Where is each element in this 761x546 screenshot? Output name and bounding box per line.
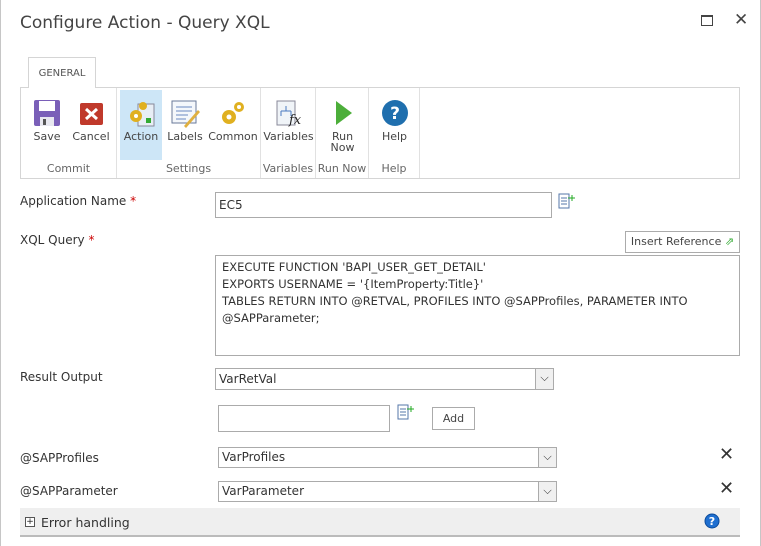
- add-button[interactable]: Add: [432, 407, 475, 430]
- remove-mapping-icon[interactable]: ✕: [719, 478, 734, 499]
- tab-general[interactable]: GENERAL: [28, 57, 96, 88]
- help-icon[interactable]: ?: [704, 513, 720, 529]
- chevron-down-icon: ⌵: [538, 448, 556, 467]
- run-icon: [335, 101, 352, 125]
- error-handling-label: Error handling: [41, 515, 130, 530]
- variables-button[interactable]: fx Variables: [263, 90, 314, 160]
- group-run-now: Run Now Run Now: [316, 88, 369, 178]
- group-variables: fx Variables Variables: [261, 88, 316, 178]
- remove-mapping-icon[interactable]: ✕: [719, 444, 734, 465]
- action-button[interactable]: Action: [120, 90, 162, 160]
- svg-text:fx: fx: [288, 113, 302, 128]
- common-button[interactable]: Common: [208, 90, 258, 160]
- insert-reference-icon[interactable]: [558, 193, 576, 209]
- application-name-input[interactable]: EC5: [215, 192, 552, 218]
- result-output-label: Result Output: [20, 370, 103, 384]
- mapping-label: @SAPParameter: [20, 484, 118, 498]
- group-commit: Save Cancel Commit: [21, 88, 117, 178]
- mapping-select[interactable]: VarParameter ⌵: [218, 481, 557, 502]
- chevron-down-icon: ⌵: [538, 482, 556, 501]
- labels-button[interactable]: Labels: [164, 90, 206, 160]
- application-name-label: Application Name *: [20, 194, 137, 208]
- group-help: ? Help Help: [369, 88, 420, 178]
- cancel-button[interactable]: Cancel: [69, 90, 113, 160]
- run-now-button[interactable]: Run Now: [320, 90, 365, 160]
- new-mapping-input[interactable]: [218, 405, 390, 432]
- maximize-icon[interactable]: [701, 15, 713, 26]
- mapping-select[interactable]: VarProfiles ⌵: [218, 447, 557, 468]
- help-button[interactable]: ? Help: [373, 90, 416, 160]
- xql-query-textarea[interactable]: EXECUTE FUNCTION 'BAPI_USER_GET_DETAIL' …: [215, 255, 740, 356]
- save-button[interactable]: Save: [27, 90, 67, 160]
- insert-reference-arrow-icon: ⇗: [724, 235, 735, 248]
- chevron-down-icon: ⌵: [535, 369, 553, 389]
- svg-text:?: ?: [390, 104, 400, 124]
- action-gears-icon: [130, 102, 155, 127]
- error-handling-section[interactable]: + Error handling ?: [20, 508, 740, 537]
- cancel-icon: [80, 103, 103, 125]
- help-icon: ?: [381, 100, 408, 126]
- close-icon[interactable]: ✕: [734, 10, 748, 30]
- variables-fx-icon: fx: [276, 100, 302, 128]
- expand-icon[interactable]: +: [25, 517, 35, 527]
- save-icon: [34, 100, 60, 126]
- result-output-select[interactable]: VarRetVal ⌵: [215, 368, 554, 390]
- ribbon: Save Cancel Commit Action Labels Common …: [20, 87, 740, 179]
- dialog-title: Configure Action - Query XQL: [20, 13, 270, 33]
- labels-icon: [171, 100, 200, 128]
- group-settings: Action Labels Common Settings: [117, 88, 261, 178]
- common-gears-icon: [222, 102, 244, 124]
- svg-text:?: ?: [709, 515, 715, 528]
- xql-query-label: XQL Query *: [20, 233, 95, 247]
- mapping-label: @SAPProfiles: [20, 451, 99, 465]
- insert-reference-icon[interactable]: [397, 404, 415, 420]
- insert-reference-button[interactable]: Insert Reference ⇗: [625, 231, 740, 253]
